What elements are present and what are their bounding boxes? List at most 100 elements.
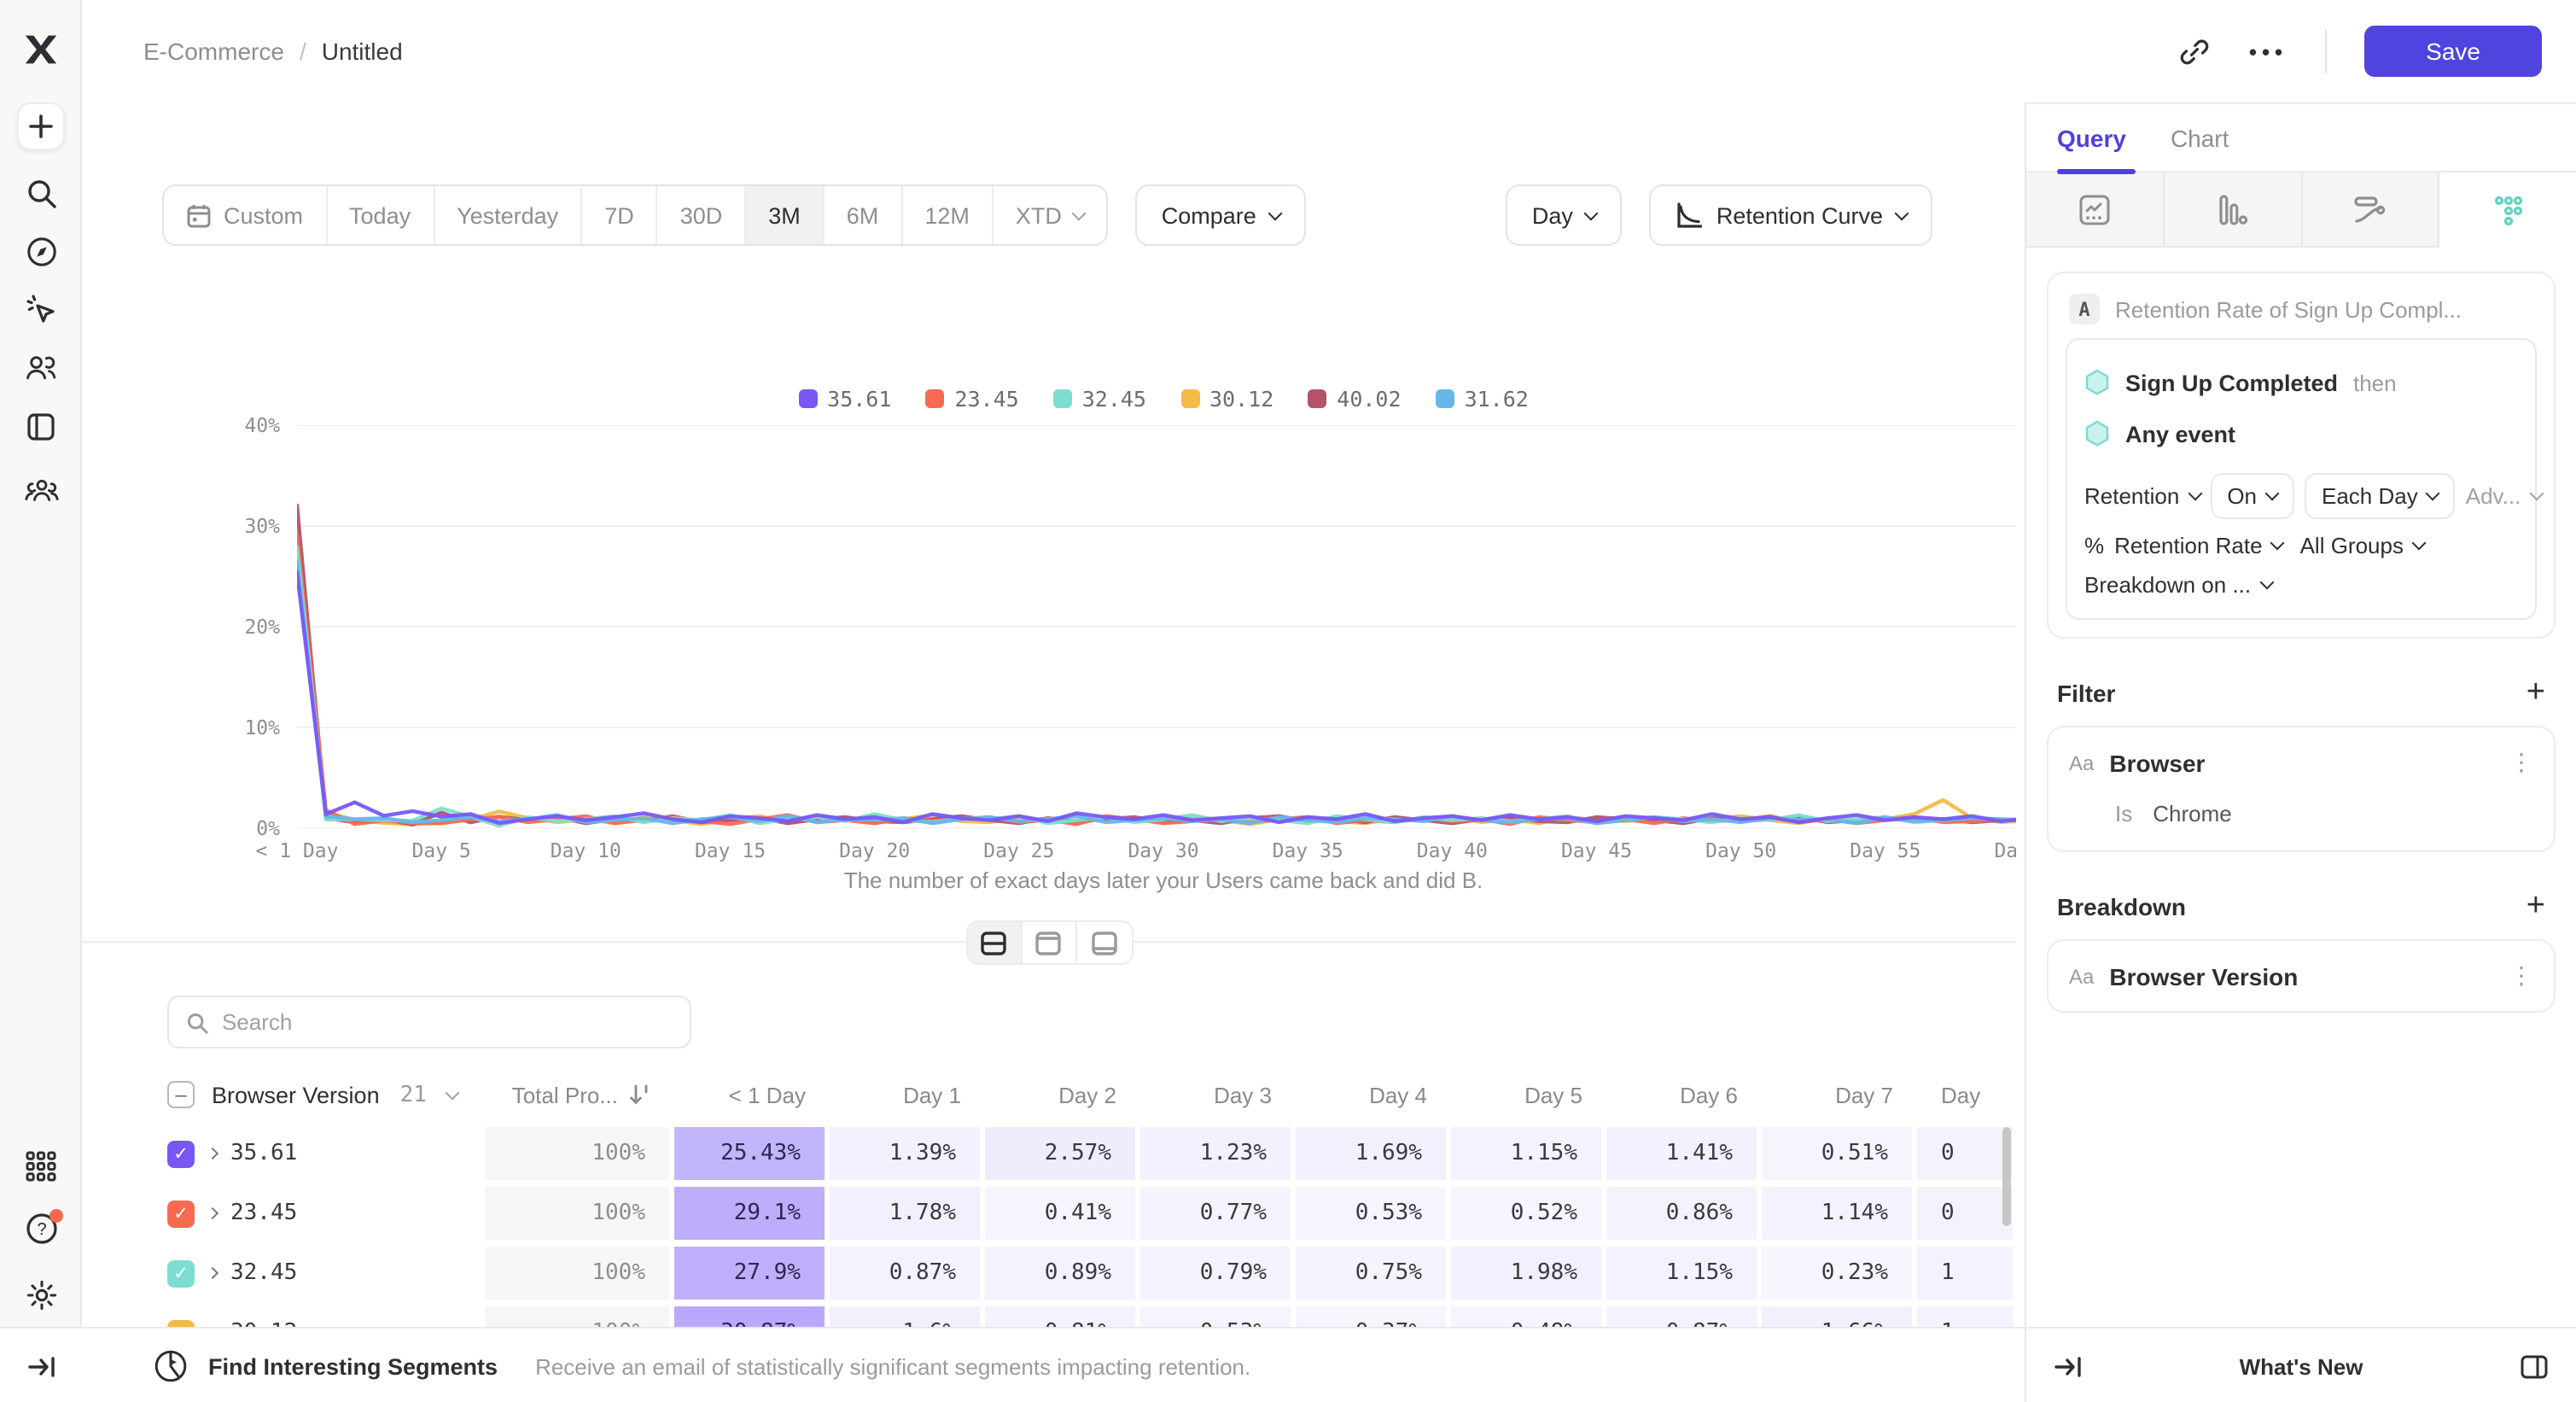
day-column-header[interactable]: < 1 Day [674,1082,830,1107]
kebab-menu-icon[interactable]: ⋮ [2509,748,2533,777]
table-search[interactable] [167,996,691,1049]
date-range-7d[interactable]: 7D [582,186,658,244]
date-range-today[interactable]: Today [327,186,434,244]
retention-cell-partial: 1 [1917,1247,2016,1300]
day-column-header[interactable]: Day 4 [1296,1082,1451,1107]
legend-item[interactable]: 32.45 [1053,386,1146,412]
day-column-header[interactable]: Day 3 [1140,1082,1296,1107]
legend-item[interactable]: 35.61 [798,386,891,412]
add-filter-button[interactable]: + [2526,676,2545,709]
date-range-6m[interactable]: 6M [825,186,903,244]
step-badge: A [2069,294,2100,324]
notebook-nav-icon[interactable] [0,403,82,451]
date-range-xtd[interactable]: XTD [994,186,1106,244]
search-nav-icon[interactable] [0,169,82,217]
add-breakdown-button[interactable]: + [2526,890,2545,922]
compare-button[interactable]: Compare [1136,184,1306,246]
filter-value[interactable]: Chrome [2153,801,2232,827]
retention-line-chart[interactable] [297,425,2016,828]
settings-gear-icon[interactable] [0,1271,82,1318]
day-column-header[interactable]: Day 1 [830,1082,985,1107]
step-title[interactable]: Retention Rate of Sign Up Compl... [2115,296,2462,322]
table-only-view-toggle[interactable] [1076,922,1131,963]
expand-row-chevron[interactable] [207,1207,219,1219]
legend-item[interactable]: 40.02 [1308,386,1401,412]
vertical-scrollbar[interactable] [2002,1127,2011,1226]
compass-boards-icon[interactable] [0,227,82,275]
funnels-report-tab[interactable] [2165,172,2303,248]
chevron-down-icon[interactable] [445,1085,459,1100]
group-count: 21 [400,1082,427,1107]
date-range-30d[interactable]: 30D [658,186,747,244]
day-column-header[interactable]: Day 5 [1451,1082,1606,1107]
x-axis-tick: Day 50 [1705,838,1776,862]
help-icon[interactable]: ? [0,1204,82,1252]
save-button[interactable]: Save [2364,26,2542,77]
panel-bottom-bar: What's New [2025,1329,2576,1402]
retention-cell: 0.48% [1451,1306,1606,1327]
date-range-3m[interactable]: 3M [746,186,825,244]
collapse-sidebar-icon[interactable] [0,1329,82,1402]
day-column-header[interactable]: Day 6 [1606,1082,1762,1107]
date-range-yesterday[interactable]: Yesterday [434,186,582,244]
copy-link-icon[interactable] [2179,35,2212,67]
kebab-menu-icon[interactable]: ⋮ [2509,961,2533,990]
sort-descending-icon[interactable] [628,1083,650,1107]
metric-dropdown[interactable]: % Retention Rate [2084,533,2283,558]
day-column-header[interactable]: Day 7 [1762,1082,1917,1107]
create-new-button[interactable] [0,102,82,150]
retention-cell: 0.37% [1296,1306,1451,1327]
interval-dropdown[interactable]: Each Day [2305,473,2456,519]
flows-report-tab[interactable] [2302,172,2440,248]
find-interesting-segments-button[interactable]: Find Interesting Segments [208,1353,498,1379]
date-range-custom[interactable]: Custom [164,186,327,244]
breakdown-card[interactable]: Aa Browser Version ⋮ [2047,939,2556,1013]
row-label: 32.45 [230,1260,297,1286]
legend-item[interactable]: 23.45 [925,386,1018,412]
row-checkbox[interactable]: ✓ [167,1140,195,1167]
cursor-events-icon[interactable] [0,285,82,333]
breakdown-on-dropdown[interactable]: Breakdown on ... [2084,572,2271,598]
select-all-checkbox[interactable]: – [167,1081,195,1108]
toggle-panel-icon[interactable] [2520,1353,2549,1379]
legend-item[interactable]: 30.12 [1180,386,1273,412]
legend-swatch [925,389,944,408]
notification-dot [49,1208,62,1222]
day-column-header[interactable]: Day 2 [985,1082,1140,1107]
measure-dropdown[interactable]: Retention [2084,483,2200,509]
tab-query[interactable]: Query [2057,124,2126,151]
chart-only-view-toggle[interactable] [1022,922,1076,963]
advanced-dropdown[interactable]: Adv... [2466,483,2542,509]
breadcrumb-project[interactable]: E-Commerce [143,38,284,65]
chart-type-dropdown[interactable]: Retention Curve [1650,184,1932,246]
expand-row-chevron[interactable] [207,1148,219,1160]
retention-report-tab[interactable] [2440,172,2576,248]
apps-grid-icon[interactable] [0,1142,82,1190]
whats-new-button[interactable]: What's New [2240,1353,2363,1379]
users-nav-icon[interactable] [0,343,82,391]
search-input[interactable] [222,1009,673,1035]
group-column-header[interactable]: Browser Version [212,1082,380,1107]
insights-report-tab[interactable] [2026,172,2165,248]
split-view-toggle[interactable] [967,922,1022,963]
filter-operator[interactable]: Is [2115,801,2132,827]
row-checkbox[interactable]: ✓ [167,1319,195,1327]
row-checkbox[interactable]: ✓ [167,1259,195,1287]
on-dropdown[interactable]: On [2210,473,2294,519]
filter-card[interactable]: Aa Browser ⋮ Is Chrome [2047,726,2556,852]
legend-item[interactable]: 31.62 [1436,386,1529,412]
cohorts-nav-icon[interactable] [0,466,82,514]
row-checkbox[interactable]: ✓ [167,1200,195,1227]
groups-dropdown[interactable]: All Groups [2300,533,2424,558]
more-options-icon[interactable]: ••• [2249,38,2288,64]
return-event-row[interactable]: Any event [2084,408,2518,459]
event-hexagon-icon [2084,368,2110,397]
granularity-dropdown[interactable]: Day [1507,184,1623,246]
expand-row-chevron[interactable] [207,1267,219,1279]
expand-panel-icon[interactable] [2054,1353,2083,1379]
total-column-header[interactable]: Total Pro... [512,1082,618,1107]
date-range-12m[interactable]: 12M [902,186,994,244]
born-event-row[interactable]: Sign Up Completed then [2084,357,2518,408]
tab-chart[interactable]: Chart [2171,124,2229,151]
breadcrumb-report-title[interactable]: Untitled [322,38,403,65]
